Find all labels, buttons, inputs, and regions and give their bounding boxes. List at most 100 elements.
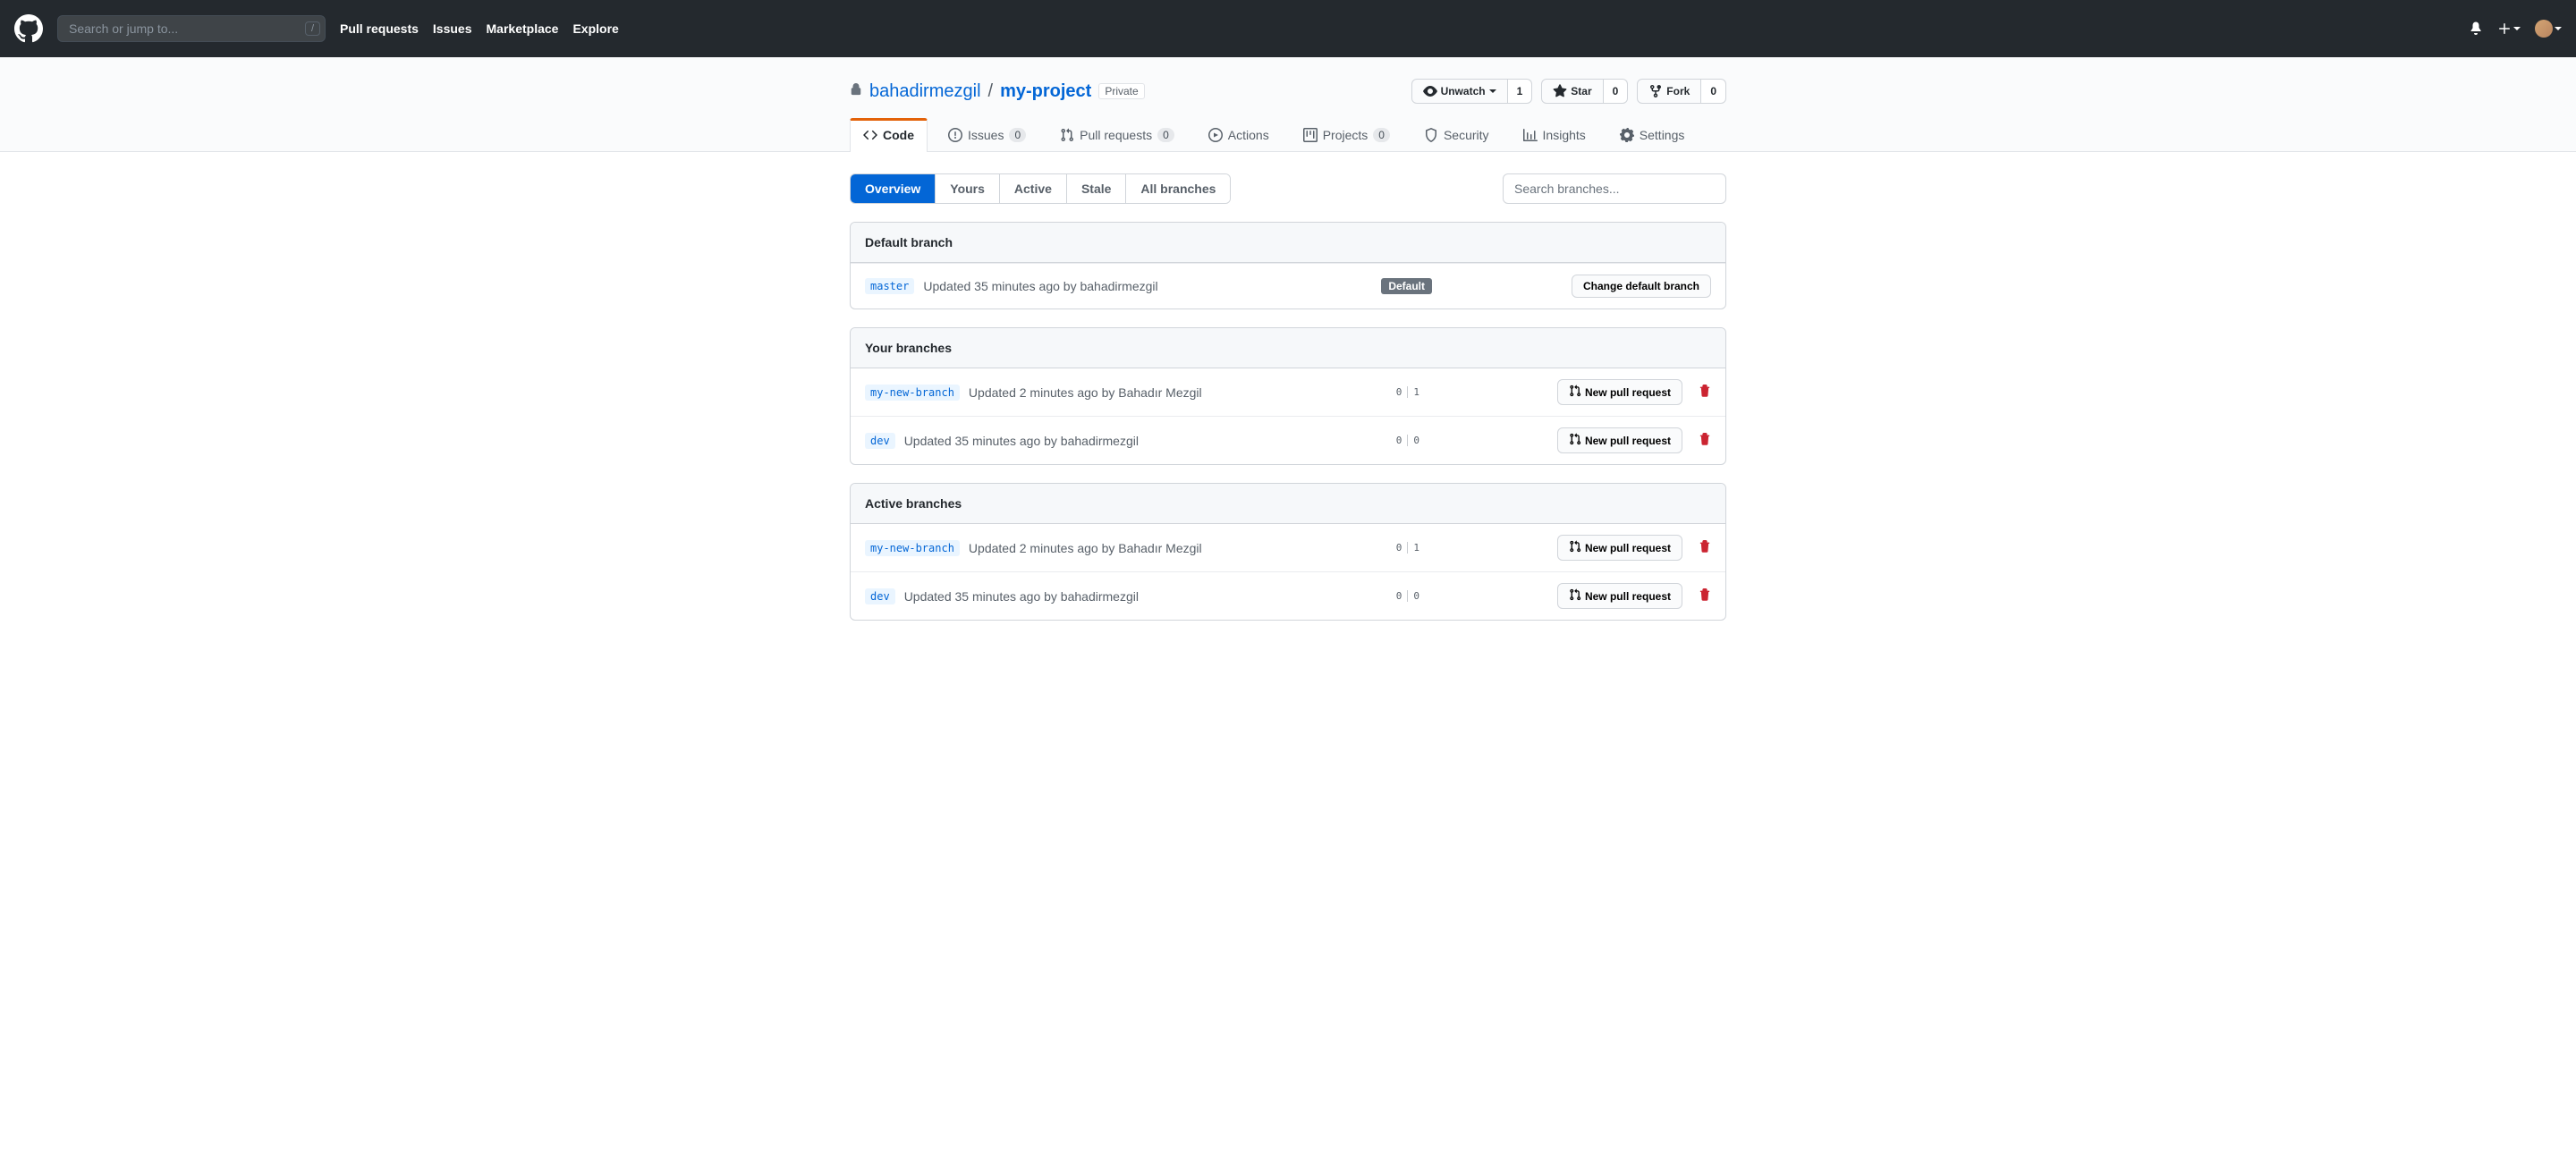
filter-row: Overview Yours Active Stale All branches <box>850 173 1726 204</box>
bell-icon[interactable] <box>2469 21 2483 38</box>
branch-name-link[interactable]: dev <box>865 588 895 604</box>
tab-projects-label: Projects <box>1323 128 1368 142</box>
pull-request-icon <box>1569 540 1581 555</box>
ahead-behind-indicator: 0 0 <box>1396 590 1419 602</box>
new-pull-request-button[interactable]: New pull request <box>1557 583 1682 609</box>
path-separator: / <box>988 81 994 102</box>
default-branch-header: Default branch <box>851 223 1725 263</box>
branch-name-link[interactable]: master <box>865 278 914 294</box>
tab-projects[interactable]: Projects 0 <box>1290 118 1403 151</box>
repo-owner-link[interactable]: bahadirmezgil <box>869 81 981 102</box>
filter-active[interactable]: Active <box>1000 174 1067 203</box>
header-right <box>2469 20 2562 38</box>
new-pull-request-label: New pull request <box>1585 590 1671 603</box>
behind-count: 0 <box>1396 590 1409 602</box>
user-menu[interactable] <box>2535 20 2562 38</box>
trash-icon[interactable] <box>1699 539 1711 556</box>
ahead-count: 1 <box>1408 386 1419 398</box>
watch-button[interactable]: Unwatch <box>1411 79 1508 104</box>
tab-settings[interactable]: Settings <box>1606 118 1699 151</box>
branch-meta: Updated 35 minutes ago by bahadirmezgil <box>904 589 1139 604</box>
nav-links: Pull requests Issues Marketplace Explore <box>340 21 619 36</box>
branch-meta: Updated 35 minutes ago by bahadirmezgil <box>923 279 1157 293</box>
lock-icon <box>850 81 862 102</box>
filter-yours[interactable]: Yours <box>936 174 1000 203</box>
ahead-behind-indicator: 0 0 <box>1396 435 1419 446</box>
repo-tabs: Code Issues 0 Pull requests 0 Actions Pr… <box>850 118 1726 151</box>
branch-meta: Updated 2 minutes ago by Bahadır Mezgil <box>969 385 1202 400</box>
active-branches-box: Active branches my-new-branch Updated 2 … <box>850 483 1726 621</box>
search-branches-input[interactable] <box>1503 173 1726 204</box>
tab-projects-count: 0 <box>1373 128 1390 142</box>
tab-pulls-count: 0 <box>1157 128 1174 142</box>
gear-icon <box>1620 128 1634 142</box>
search-container: / <box>57 15 326 42</box>
branch-filter-tabs: Overview Yours Active Stale All branches <box>850 173 1231 204</box>
filter-all[interactable]: All branches <box>1126 174 1230 203</box>
branch-row: dev Updated 35 minutes ago by bahadirmez… <box>851 416 1725 464</box>
change-default-branch-button[interactable]: Change default branch <box>1572 275 1711 298</box>
tab-issues[interactable]: Issues 0 <box>935 118 1039 151</box>
github-logo[interactable] <box>14 14 43 43</box>
tab-insights[interactable]: Insights <box>1510 118 1599 151</box>
branch-row: dev Updated 35 minutes ago by bahadirmez… <box>851 571 1725 620</box>
nav-marketplace[interactable]: Marketplace <box>487 21 559 36</box>
projects-icon <box>1303 128 1318 142</box>
fork-button[interactable]: Fork <box>1637 79 1701 104</box>
watch-count[interactable]: 1 <box>1508 79 1533 104</box>
nav-explore[interactable]: Explore <box>572 21 618 36</box>
tab-security[interactable]: Security <box>1411 118 1503 151</box>
branch-row: my-new-branch Updated 2 minutes ago by B… <box>851 368 1725 416</box>
branch-name-link[interactable]: my-new-branch <box>865 540 960 556</box>
fork-count[interactable]: 0 <box>1701 79 1726 104</box>
ahead-count: 0 <box>1408 435 1419 446</box>
issues-icon <box>948 128 962 142</box>
default-badge: Default <box>1381 278 1432 294</box>
star-button[interactable]: Star <box>1541 79 1603 104</box>
ahead-count: 0 <box>1408 590 1419 602</box>
branch-row: master Updated 35 minutes ago by bahadir… <box>851 263 1725 309</box>
tab-insights-label: Insights <box>1543 128 1586 142</box>
filter-stale[interactable]: Stale <box>1067 174 1126 203</box>
tab-actions-label: Actions <box>1228 128 1269 142</box>
pull-request-icon <box>1569 385 1581 400</box>
filter-overview[interactable]: Overview <box>851 174 936 203</box>
caret-down-icon <box>2513 27 2521 30</box>
branch-meta: Updated 35 minutes ago by bahadirmezgil <box>904 434 1139 448</box>
nav-issues[interactable]: Issues <box>433 21 472 36</box>
caret-down-icon <box>2555 27 2562 30</box>
tab-pulls-label: Pull requests <box>1080 128 1152 142</box>
pull-request-icon <box>1060 128 1074 142</box>
trash-icon[interactable] <box>1699 384 1711 401</box>
trash-icon[interactable] <box>1699 432 1711 449</box>
trash-icon[interactable] <box>1699 588 1711 604</box>
repo-name-link[interactable]: my-project <box>1000 81 1091 102</box>
new-pull-request-button[interactable]: New pull request <box>1557 379 1682 405</box>
your-branches-box: Your branches my-new-branch Updated 2 mi… <box>850 327 1726 465</box>
branch-name-link[interactable]: my-new-branch <box>865 385 960 401</box>
create-new-dropdown[interactable] <box>2497 21 2521 36</box>
eye-icon <box>1423 84 1437 98</box>
global-search-input[interactable] <box>57 15 326 42</box>
nav-pull-requests[interactable]: Pull requests <box>340 21 419 36</box>
tab-code[interactable]: Code <box>850 118 928 152</box>
main-content: Overview Yours Active Stale All branches… <box>0 152 2576 660</box>
new-pull-request-button[interactable]: New pull request <box>1557 427 1682 453</box>
branch-name-link[interactable]: dev <box>865 433 895 449</box>
default-branch-box: Default branch master Updated 35 minutes… <box>850 222 1726 309</box>
branch-row: my-new-branch Updated 2 minutes ago by B… <box>851 524 1725 571</box>
caret-down-icon <box>1489 89 1496 93</box>
star-label: Star <box>1571 85 1591 97</box>
tab-issues-count: 0 <box>1009 128 1026 142</box>
ahead-behind-indicator: 0 1 <box>1396 386 1419 398</box>
active-branches-header: Active branches <box>851 484 1725 524</box>
repo-actions: Unwatch 1 Star 0 Fork <box>1411 79 1726 104</box>
new-pull-request-label: New pull request <box>1585 435 1671 447</box>
tab-actions[interactable]: Actions <box>1195 118 1283 151</box>
new-pull-request-button[interactable]: New pull request <box>1557 535 1682 561</box>
your-branches-header: Your branches <box>851 328 1725 368</box>
tab-pulls[interactable]: Pull requests 0 <box>1046 118 1188 151</box>
pull-request-icon <box>1569 588 1581 604</box>
star-count[interactable]: 0 <box>1604 79 1629 104</box>
pull-request-icon <box>1569 433 1581 448</box>
